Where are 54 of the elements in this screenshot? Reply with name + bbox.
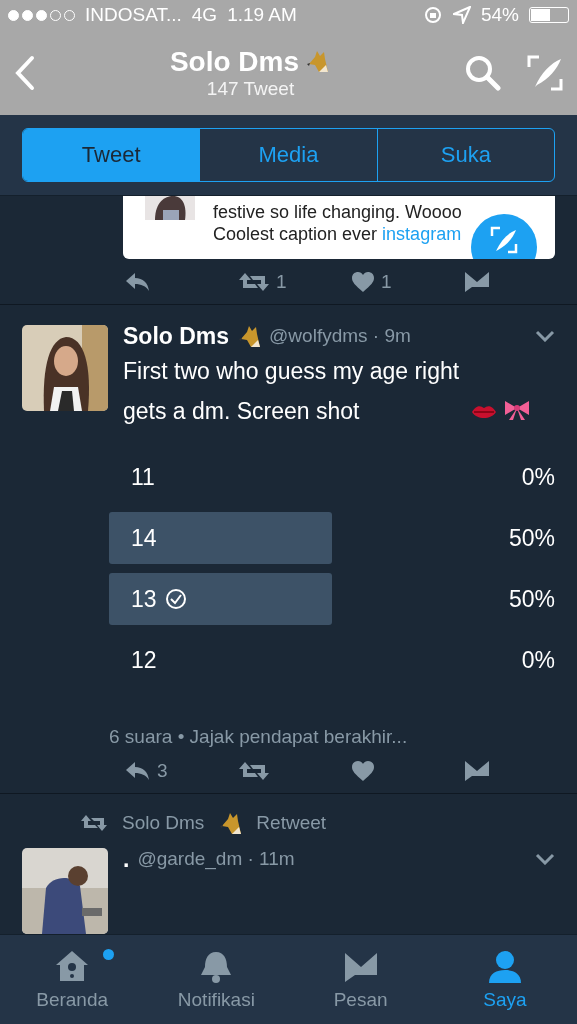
reply-icon[interactable] bbox=[125, 270, 151, 293]
quoted-text: Coolest caption ever bbox=[213, 224, 378, 244]
network-type: 4G bbox=[191, 4, 218, 26]
clock: 1.19 AM bbox=[227, 4, 297, 26]
retweeter-name: Solo Dms bbox=[122, 812, 205, 834]
poll-summary: 6 suara • Jajak pendapat berakhir... bbox=[109, 726, 409, 748]
reply-count: 3 bbox=[157, 759, 168, 782]
profile-tab[interactable]: Tweet bbox=[23, 129, 200, 181]
link[interactable]: instagram bbox=[382, 224, 462, 244]
chevron-icon[interactable] bbox=[535, 853, 555, 865]
poll-percent: 0% bbox=[521, 646, 555, 674]
ribbon-icon bbox=[503, 399, 531, 421]
carrier-name: INDOSAT... bbox=[85, 4, 182, 26]
nav-tab[interactable]: Notifikasi bbox=[144, 935, 289, 1024]
quoted-tweet-card[interactable]: festive so life changing. Woooo Coolest caption ever instagram bbox=[123, 196, 555, 259]
nav-tab[interactable]: Pesan bbox=[288, 935, 433, 1024]
retweet-icon bbox=[80, 813, 108, 833]
compose-icon bbox=[490, 226, 518, 254]
poll-option: 13 bbox=[131, 585, 157, 613]
author-handle: @garde_dm · 11m bbox=[137, 848, 296, 870]
lips-icon bbox=[471, 403, 497, 421]
poll-percent: 50% bbox=[508, 524, 555, 552]
poll-option: 12 bbox=[131, 646, 157, 674]
rotation-lock-icon bbox=[422, 5, 443, 25]
envelope-icon[interactable] bbox=[464, 270, 490, 293]
retweet-label: Retweet bbox=[256, 812, 327, 834]
fox-icon bbox=[218, 812, 243, 834]
battery-percent: 54% bbox=[480, 4, 519, 26]
profile-tab[interactable]: Media bbox=[199, 129, 377, 181]
poll-option: 14 bbox=[131, 524, 157, 552]
poll-option: 11 bbox=[131, 463, 155, 491]
tweet-count: 147 Tweet bbox=[206, 77, 295, 100]
profile-name: Solo Dms bbox=[169, 45, 300, 78]
battery-icon bbox=[529, 7, 569, 23]
heart-icon[interactable] bbox=[351, 270, 375, 293]
poll-percent: 50% bbox=[508, 585, 555, 613]
fox-icon bbox=[237, 325, 262, 347]
chevron-icon[interactable] bbox=[535, 330, 555, 342]
reply-icon[interactable] bbox=[125, 759, 151, 782]
heart-icon[interactable] bbox=[351, 759, 375, 782]
retweet-count: 1 bbox=[276, 270, 287, 293]
author-name: . bbox=[123, 845, 130, 873]
quoted-text: festive so life changing. Woooo bbox=[213, 202, 462, 222]
poll-percent: 0% bbox=[521, 463, 555, 491]
like-count: 1 bbox=[381, 270, 392, 293]
author-name: Solo Dms bbox=[123, 322, 230, 350]
location-icon bbox=[452, 6, 471, 24]
nav-tab[interactable]: Saya bbox=[432, 935, 577, 1024]
profile-tab[interactable]: Suka bbox=[376, 129, 554, 181]
tweet-text: First two who guess my age right gets a dm. Screen shot bbox=[123, 357, 461, 426]
person-icon bbox=[486, 948, 523, 985]
envelope-icon[interactable] bbox=[464, 759, 490, 782]
nav-tab[interactable]: Beranda bbox=[0, 935, 145, 1024]
author-handle: @wolfydms · 9m bbox=[269, 325, 412, 347]
